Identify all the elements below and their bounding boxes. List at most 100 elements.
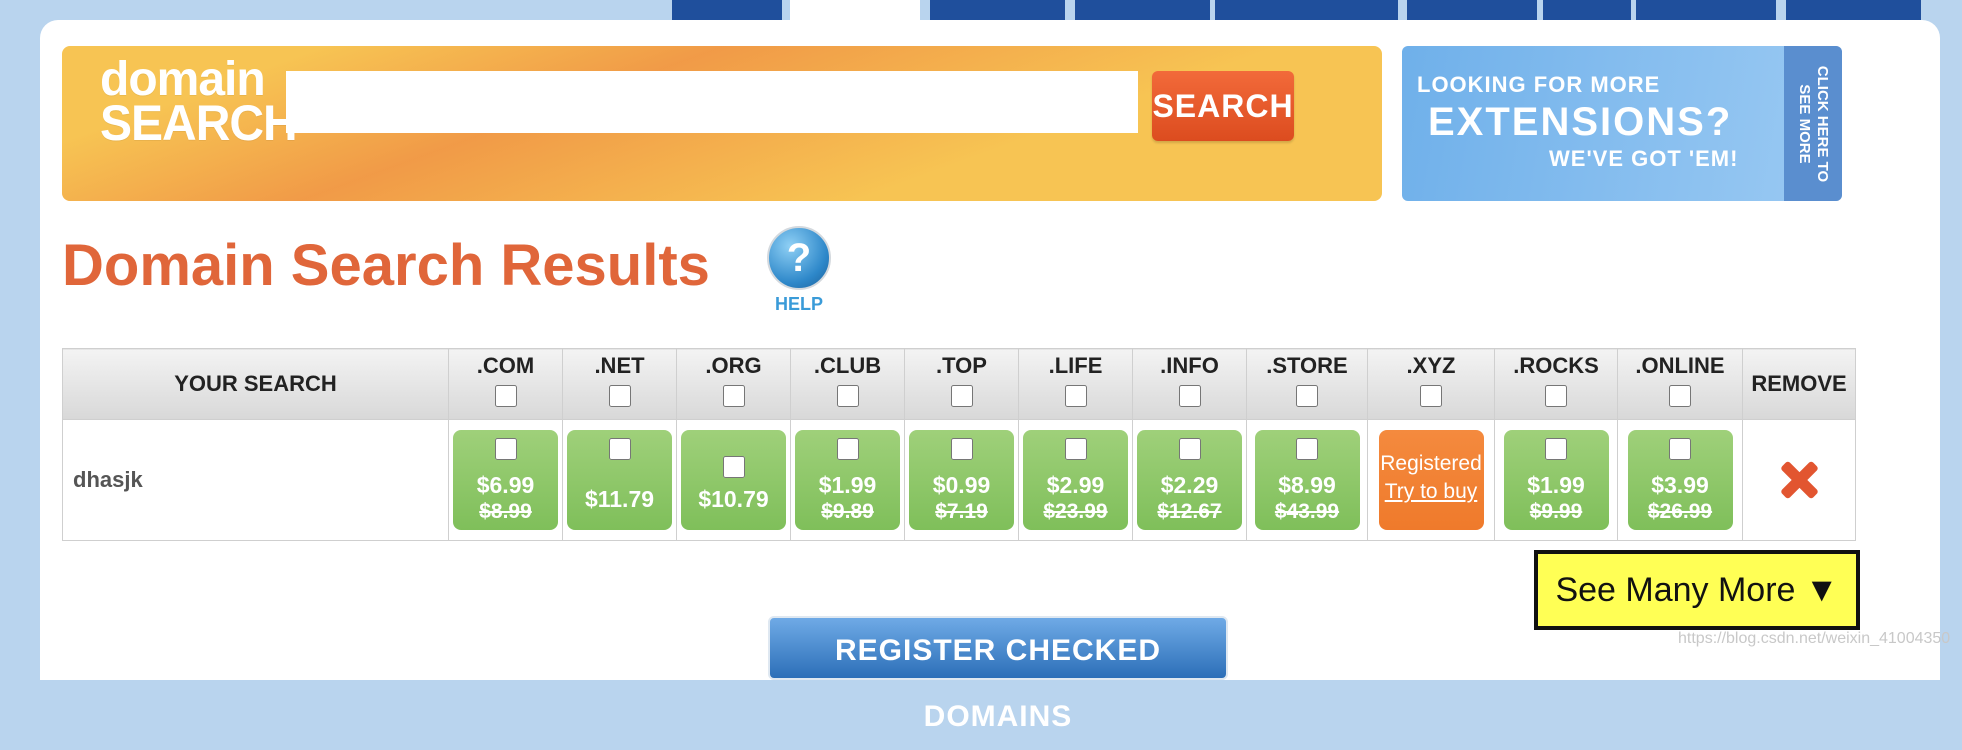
- registered-cell-xyz[interactable]: Registered Try to buy: [1378, 430, 1484, 530]
- info-cell: $2.29 $12.67: [1132, 419, 1247, 541]
- select-all-com-checkbox[interactable]: [494, 385, 517, 407]
- nav-tab-4[interactable]: [1075, 0, 1210, 22]
- price-cell-club[interactable]: $1.99 $9.89: [795, 430, 900, 530]
- price: $6.99: [476, 472, 535, 498]
- nav-tab-6[interactable]: [1407, 0, 1537, 22]
- club-cell: $1.99 $9.89: [790, 419, 905, 541]
- select-all-xyz-checkbox[interactable]: [1420, 385, 1442, 407]
- org-cell: $10.79: [676, 419, 791, 541]
- help-label[interactable]: HELP: [767, 294, 831, 315]
- select-all-club-checkbox[interactable]: [836, 385, 859, 407]
- price: $10.79: [698, 486, 769, 512]
- domain-search-input[interactable]: [286, 71, 1138, 133]
- price: $2.29: [1160, 472, 1219, 498]
- page-title: Domain Search Results: [62, 233, 710, 298]
- price-cell-net[interactable]: $11.79: [567, 430, 672, 530]
- ext-label: .COM: [476, 353, 535, 378]
- price: $11.79: [584, 486, 655, 512]
- net-cell: $11.79: [562, 419, 677, 541]
- select-all-rocks-checkbox[interactable]: [1545, 385, 1567, 407]
- search-button[interactable]: SEARCH: [1152, 71, 1294, 141]
- side-tab-text: CLICK HERE TO SEE MORE: [1795, 65, 1831, 181]
- side-tab-line1: CLICK HERE TO: [1814, 65, 1831, 182]
- select-com-checkbox[interactable]: [494, 438, 517, 460]
- select-store-checkbox[interactable]: [1296, 438, 1318, 460]
- ext-ad-line1: LOOKING FOR MORE: [1417, 72, 1661, 97]
- ext-label: .ORG: [705, 353, 762, 378]
- select-club-checkbox[interactable]: [836, 438, 859, 460]
- select-info-checkbox[interactable]: [1178, 438, 1201, 460]
- ext-header-net: .NET: [562, 348, 677, 420]
- select-rocks-checkbox[interactable]: [1545, 438, 1567, 460]
- ext-label: .INFO: [1160, 353, 1219, 378]
- remove-header: REMOVE: [1742, 348, 1856, 420]
- select-all-org-checkbox[interactable]: [722, 385, 745, 407]
- select-org-checkbox[interactable]: [722, 456, 745, 478]
- nav-tab-9[interactable]: [1786, 0, 1921, 22]
- price-cell-info[interactable]: $2.29 $12.67: [1137, 430, 1242, 530]
- register-checked-domains-button[interactable]: REGISTER CHECKED DOMAINS: [768, 616, 1228, 733]
- ext-label: .CLUB: [813, 353, 882, 378]
- nav-tab-3[interactable]: [930, 0, 1065, 22]
- price-cell-store[interactable]: $8.99 $43.99: [1254, 430, 1360, 530]
- ext-header-top: .TOP: [904, 348, 1019, 420]
- top-cell: $0.99 $7.19: [904, 419, 1019, 541]
- nav-tab-5[interactable]: [1215, 0, 1398, 22]
- results-table: YOUR SEARCH .COM .NET .ORG .CLUB .TOP .L…: [62, 348, 1856, 541]
- price-cell-life[interactable]: $2.99 $23.99: [1023, 430, 1128, 530]
- your-search-header: YOUR SEARCH: [62, 348, 449, 420]
- old-price: $26.99: [1647, 500, 1713, 523]
- ext-header-club: .CLUB: [790, 348, 905, 420]
- select-net-checkbox[interactable]: [608, 438, 631, 460]
- price-cell-org[interactable]: $10.79: [681, 430, 786, 530]
- select-all-store-checkbox[interactable]: [1296, 385, 1318, 407]
- old-price: $12.67: [1157, 500, 1222, 523]
- ext-header-info: .INFO: [1132, 348, 1247, 420]
- old-price: $9.99: [1529, 500, 1583, 523]
- nav-tab-7[interactable]: [1543, 0, 1631, 22]
- try-to-buy-link[interactable]: Try to buy: [1379, 480, 1484, 504]
- online-cell: $3.99 $26.99: [1617, 419, 1743, 541]
- help-button[interactable]: ? HELP: [767, 226, 831, 315]
- nav-tab-1[interactable]: [672, 0, 782, 22]
- nav-tab-8[interactable]: [1636, 0, 1776, 22]
- ext-header-online: .ONLINE: [1617, 348, 1743, 420]
- select-all-info-checkbox[interactable]: [1178, 385, 1201, 407]
- com-cell: $6.99 $8.99: [448, 419, 563, 541]
- ext-header-store: .STORE: [1246, 348, 1368, 420]
- see-many-more-button[interactable]: See Many More ▼: [1534, 550, 1860, 630]
- ext-label: .ONLINE: [1635, 353, 1725, 378]
- ext-label: .LIFE: [1048, 353, 1103, 378]
- select-top-checkbox[interactable]: [950, 438, 973, 460]
- ext-label: .TOP: [936, 353, 987, 378]
- select-all-life-checkbox[interactable]: [1064, 385, 1087, 407]
- select-online-checkbox[interactable]: [1669, 438, 1691, 460]
- ext-header-com: .COM: [448, 348, 563, 420]
- price-cell-top[interactable]: $0.99 $7.19: [909, 430, 1014, 530]
- price-cell-rocks[interactable]: $1.99 $9.99: [1503, 430, 1609, 530]
- price: $1.99: [1527, 472, 1585, 498]
- select-life-checkbox[interactable]: [1064, 438, 1087, 460]
- remove-cell: [1742, 419, 1856, 541]
- ext-header-rocks: .ROCKS: [1494, 348, 1618, 420]
- remove-x-icon[interactable]: [1779, 460, 1819, 500]
- domain-search-logo: domain SEARCH: [100, 56, 298, 149]
- question-mark-icon[interactable]: ?: [767, 226, 831, 290]
- xyz-cell: Registered Try to buy: [1367, 419, 1495, 541]
- nav-tab-2[interactable]: [790, 0, 920, 22]
- side-tab-line2: SEE MORE: [1796, 83, 1813, 164]
- select-all-net-checkbox[interactable]: [608, 385, 631, 407]
- select-all-top-checkbox[interactable]: [950, 385, 973, 407]
- select-all-online-checkbox[interactable]: [1669, 385, 1691, 407]
- see-more-side-tab[interactable]: CLICK HERE TO SEE MORE: [1784, 46, 1842, 201]
- more-extensions-banner[interactable]: LOOKING FOR MORE EXTENSIONS? WE'VE GOT '…: [1402, 46, 1842, 201]
- search-query-cell: dhasjk: [62, 419, 449, 541]
- rocks-cell: $1.99 $9.99: [1494, 419, 1618, 541]
- ext-ad-line3: WE'VE GOT 'EM!: [1549, 146, 1739, 171]
- ext-header-life: .LIFE: [1018, 348, 1133, 420]
- price: $2.99: [1046, 472, 1105, 498]
- old-price: $8.99: [479, 500, 532, 523]
- price-cell-online[interactable]: $3.99 $26.99: [1627, 430, 1733, 530]
- ext-label: .ROCKS: [1513, 353, 1599, 378]
- price-cell-com[interactable]: $6.99 $8.99: [453, 430, 558, 530]
